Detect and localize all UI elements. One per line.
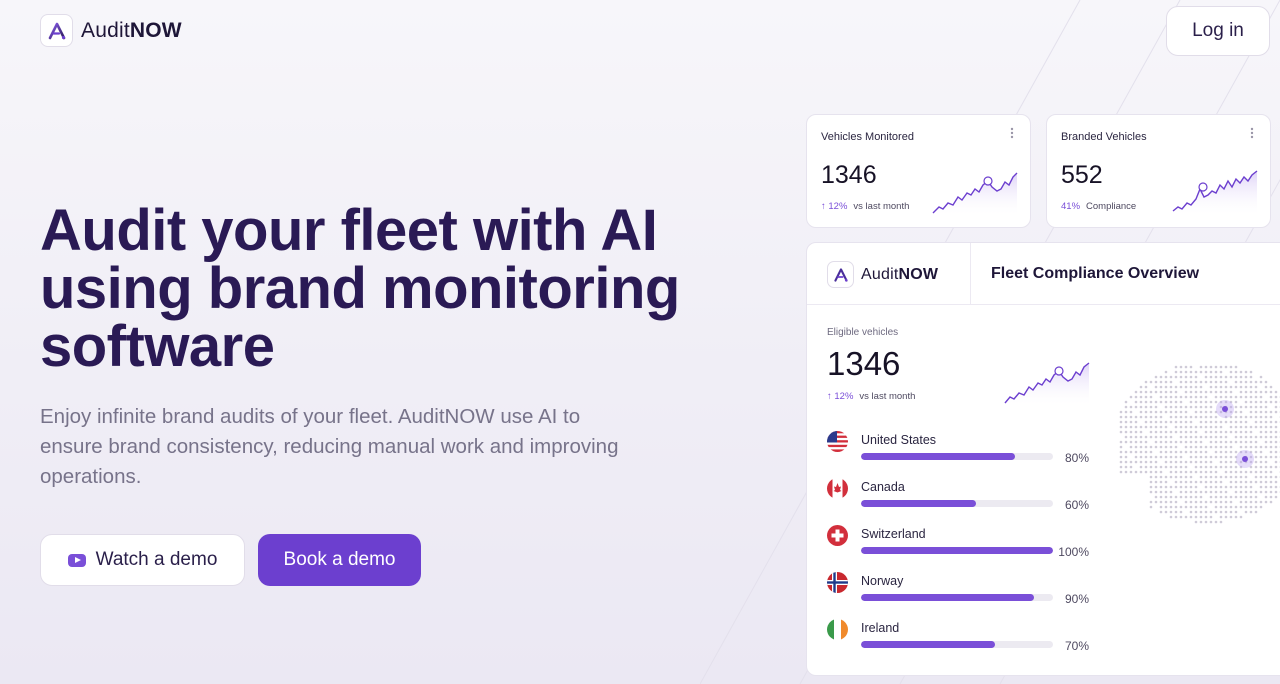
stat-delta: ↑ 12% vs last month <box>821 201 910 212</box>
sparkline-chart <box>1004 362 1090 407</box>
country-name: Norway <box>861 574 904 588</box>
sparkline-chart <box>1172 170 1258 217</box>
fleet-compliance-panel: AuditNOW Fleet Compliance Overview Eligi… <box>806 242 1280 676</box>
more-options-icon[interactable] <box>1010 127 1014 139</box>
country-name: Ireland <box>861 621 900 635</box>
compliance-bar <box>861 547 1053 554</box>
play-video-icon <box>67 553 86 567</box>
country-percent: 90% <box>1064 592 1089 606</box>
country-name: United States <box>861 433 937 447</box>
dotted-world-map <box>1119 365 1280 524</box>
country-row-switzerland: Switzerland 100% <box>827 525 1097 561</box>
compliance-bar <box>861 500 1053 507</box>
eligible-delta: ↑ 12% vs last month <box>827 391 916 402</box>
panel-header: AuditNOW Fleet Compliance Overview <box>807 243 1280 305</box>
stat-value: 1346 <box>821 161 877 189</box>
stat-title: Branded Vehicles <box>1061 131 1147 143</box>
country-row-ireland: Ireland 70% <box>827 619 1097 655</box>
divider <box>970 243 971 305</box>
hero-subtext: Enjoy infinite brand audits of your flee… <box>40 405 619 488</box>
stat-card-vehicles-monitored: Vehicles Monitored 1346 ↑ 12% vs last mo… <box>806 114 1031 228</box>
logo-icon <box>40 14 73 47</box>
stat-card-branded-vehicles: Branded Vehicles 552 41% Compliance <box>1046 114 1271 228</box>
compliance-bar <box>861 594 1053 601</box>
country-percent: 100% <box>1058 545 1089 559</box>
logo-icon <box>827 261 854 288</box>
stat-value: 552 <box>1061 161 1103 189</box>
country-percent: 60% <box>1064 498 1089 512</box>
country-percent: 80% <box>1064 451 1089 465</box>
eligible-label: Eligible vehicles <box>827 327 899 338</box>
stat-delta: 41% Compliance <box>1061 201 1137 212</box>
country-row-norway: Norway 90% <box>827 572 1097 608</box>
brand-name: AuditNOW <box>81 18 182 42</box>
panel-title: Fleet Compliance Overview <box>991 265 1200 282</box>
hero-headline: Audit your fleet with AI using brand mon… <box>40 198 680 379</box>
sparkline-chart <box>932 172 1018 217</box>
arrow-up-icon: ↑ 12% <box>827 391 854 402</box>
canada-flag-icon <box>827 478 848 499</box>
more-options-icon[interactable] <box>1250 127 1254 139</box>
compliance-bar <box>861 641 1053 648</box>
country-name: Switzerland <box>861 527 926 541</box>
stat-title: Vehicles Monitored <box>821 131 914 143</box>
compliance-bar <box>861 453 1053 460</box>
country-row-united-states: United States 80% <box>827 431 1097 467</box>
book-demo-button[interactable]: Book a demo <box>258 534 421 586</box>
brand-logo[interactable]: AuditNOW <box>40 14 182 47</box>
arrow-up-icon: ↑ 12% <box>821 201 848 212</box>
country-percent: 70% <box>1064 639 1089 653</box>
watch-demo-button[interactable]: Watch a demo <box>40 534 245 586</box>
norway-flag-icon <box>827 572 848 593</box>
panel-brand-logo: AuditNOW <box>827 261 938 288</box>
us-flag-icon <box>827 431 848 452</box>
eligible-value: 1346 <box>827 345 901 382</box>
switzerland-flag-icon <box>827 525 848 546</box>
ireland-flag-icon <box>827 619 848 640</box>
country-name: Canada <box>861 480 905 494</box>
brand-name: AuditNOW <box>861 265 939 283</box>
login-button[interactable]: Log in <box>1166 6 1270 56</box>
country-row-canada: Canada 60% <box>827 478 1097 514</box>
watch-demo-label: Watch a demo <box>95 549 218 570</box>
